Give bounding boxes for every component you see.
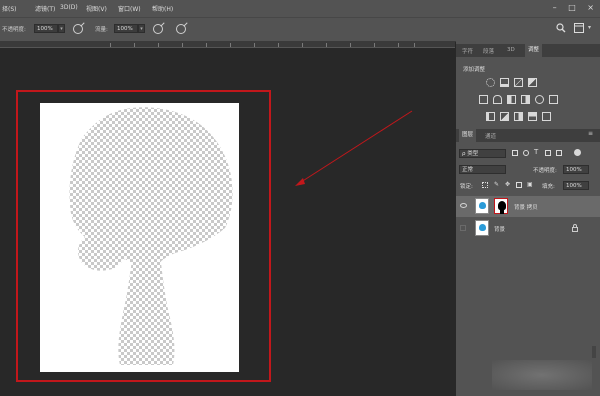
channel-mixer-icon[interactable]	[549, 95, 558, 104]
lock-move-icon[interactable]: ✥	[505, 181, 510, 188]
tab-layers[interactable]: 图层	[459, 129, 477, 142]
brightness-icon[interactable]	[486, 78, 495, 87]
selective-color-icon[interactable]	[542, 112, 551, 121]
filter-adjust-icon[interactable]	[523, 150, 529, 156]
lock-artboard-icon[interactable]	[516, 182, 522, 188]
right-panels: 字符 段落 3D 调整 添加调整 图层 通道 ≡ ρ 类型 T 正常 不透明度:…	[456, 41, 600, 396]
filter-toggle-icon[interactable]	[574, 149, 581, 156]
lock-transparent-icon[interactable]	[482, 182, 488, 188]
lock-brush-icon[interactable]: ✎	[494, 181, 499, 188]
layer-thumbnail[interactable]	[475, 220, 489, 236]
lock-icon	[572, 224, 578, 232]
layers-panel-tabs: 图层 通道	[456, 129, 600, 142]
black-white-icon[interactable]	[521, 95, 530, 104]
invert-icon[interactable]	[486, 112, 495, 121]
tab-channels[interactable]: 通道	[485, 132, 496, 140]
color-balance-icon[interactable]	[507, 95, 516, 104]
vibrance-icon[interactable]	[479, 95, 488, 104]
layer-name[interactable]: 背景	[494, 225, 505, 233]
panel-menu-icon[interactable]: ≡	[588, 130, 593, 137]
hue-saturation-icon[interactable]	[493, 95, 502, 104]
tab-paragraph[interactable]: 段落	[483, 47, 494, 55]
blend-mode-select[interactable]: 正常	[459, 165, 506, 174]
lock-label: 锁定:	[460, 184, 473, 190]
tab-character[interactable]: 字符	[462, 47, 473, 55]
photo-filter-icon[interactable]	[535, 95, 544, 104]
adjust-panel-tabs: 字符 段落 3D 调整	[456, 44, 600, 57]
filter-smart-icon[interactable]	[556, 150, 562, 156]
filter-pixel-icon[interactable]	[512, 150, 518, 156]
layer-opacity-label: 不透明度:	[533, 168, 557, 174]
tab-adjustments[interactable]: 调整	[525, 44, 543, 57]
layer-mask-thumbnail[interactable]	[494, 198, 508, 214]
threshold-icon[interactable]	[514, 112, 523, 121]
layer-thumbnail[interactable]	[475, 198, 489, 214]
posterize-icon[interactable]	[500, 112, 509, 121]
lock-all-icon[interactable]: ▣	[527, 181, 533, 188]
gradient-map-icon[interactable]	[528, 112, 537, 121]
adjust-title: 添加调整	[463, 67, 486, 73]
layer-opacity-input[interactable]: 100%	[563, 165, 589, 174]
levels-icon[interactable]	[500, 78, 509, 87]
panel-scrollbar[interactable]	[592, 346, 596, 358]
layer-row-background-copy[interactable]: 背景 拷贝	[456, 196, 600, 217]
fill-input[interactable]: 100%	[563, 181, 589, 190]
exposure-icon[interactable]	[528, 78, 537, 87]
fill-label: 填充:	[542, 184, 555, 190]
tab-3d[interactable]: 3D	[507, 47, 515, 53]
visibility-toggle[interactable]	[460, 225, 466, 231]
layer-row-background[interactable]: 背景	[456, 218, 600, 239]
filter-shape-icon[interactable]	[545, 150, 551, 156]
layer-name[interactable]: 背景 拷贝	[514, 203, 538, 211]
eye-icon[interactable]	[460, 203, 467, 208]
layer-kind-filter[interactable]: ρ 类型	[459, 149, 506, 158]
watermark	[492, 360, 592, 390]
filter-type-icon[interactable]: T	[534, 148, 538, 156]
curves-icon[interactable]	[514, 78, 523, 87]
